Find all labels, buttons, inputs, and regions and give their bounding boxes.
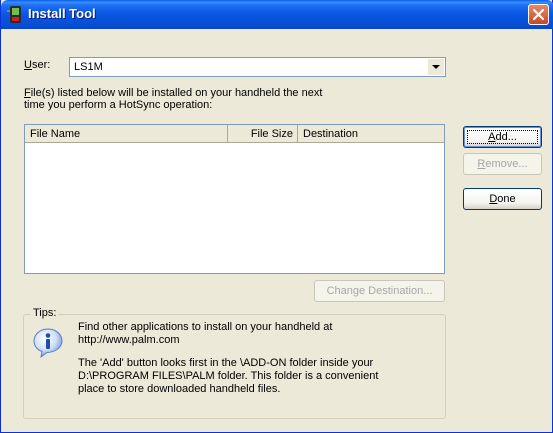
tip-line-5: place to store downloaded handheld files… <box>78 383 281 395</box>
change-destination-button[interactable]: Change Destination... <box>314 280 445 302</box>
close-icon <box>532 8 545 21</box>
info-icon <box>32 327 64 359</box>
user-label: User: <box>24 59 51 71</box>
instructions-line2: time you perform a HotSync operation: <box>24 99 213 111</box>
title-bar[interactable]: Install Tool <box>1 0 553 29</box>
file-list-header: File Name File Size Destination <box>25 125 444 143</box>
window-title: Install Tool <box>28 6 96 21</box>
tips-legend: Tips: <box>31 307 59 319</box>
user-select[interactable]: LS1M <box>69 57 446 77</box>
user-select-value: LS1M <box>74 61 103 73</box>
chevron-down-icon[interactable] <box>428 59 444 75</box>
install-tool-window: Install Tool User: LS1M File(s) listed b… <box>0 0 553 433</box>
column-file-size[interactable]: File Size <box>228 125 298 143</box>
palm-handheld-icon <box>7 6 24 23</box>
file-list[interactable]: File Name File Size Destination <box>24 124 445 274</box>
tip-line-4: D:\PROGRAM FILES\PALM folder. This folde… <box>78 370 379 382</box>
tip-line-2: http://www.palm.com <box>78 334 180 346</box>
close-button[interactable] <box>528 4 549 25</box>
remove-button[interactable]: Remove... <box>463 153 542 175</box>
instructions-line1: File(s) listed below will be installed o… <box>24 87 323 99</box>
done-button[interactable]: Done <box>463 188 542 210</box>
column-file-name[interactable]: File Name <box>25 125 228 143</box>
tip-line-3: The 'Add' button looks first in the \ADD… <box>78 357 374 369</box>
column-destination[interactable]: Destination <box>298 125 444 143</box>
add-button[interactable]: Add... <box>463 126 542 148</box>
tip-line-1: Find other applications to install on yo… <box>78 321 333 333</box>
